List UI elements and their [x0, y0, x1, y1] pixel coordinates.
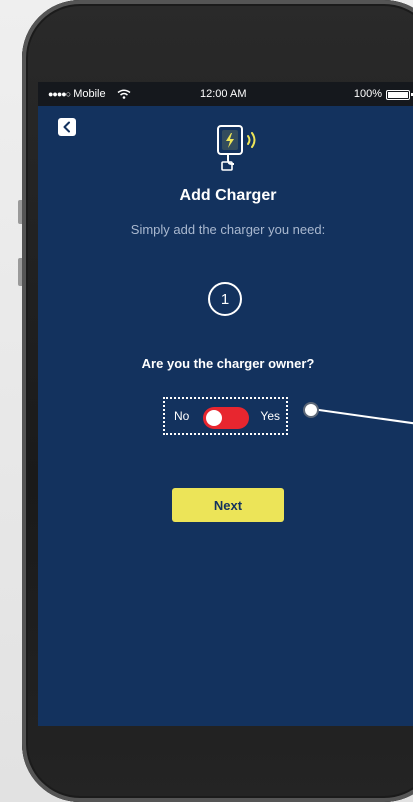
- step-indicator: 1: [208, 282, 242, 316]
- phone-charger-nfc-icon: [217, 125, 256, 171]
- app-screen: ●●●●○ Mobile 12:00 AM 100% Add Charger S…: [38, 82, 413, 726]
- back-button[interactable]: [58, 118, 76, 136]
- chevron-left-icon: [63, 121, 70, 133]
- next-button[interactable]: Next: [172, 488, 284, 522]
- wifi-icon: [117, 89, 131, 99]
- status-bar: ●●●●○ Mobile 12:00 AM 100%: [38, 82, 413, 106]
- signal-dots: ●●●●○: [48, 89, 71, 99]
- owner-toggle-switch[interactable]: [203, 407, 249, 429]
- toggle-no-label: No: [174, 409, 190, 423]
- battery-percent: 100%: [353, 88, 382, 100]
- page-subtitle: Simply add the charger you need:: [130, 222, 326, 237]
- page-title: Add Charger: [179, 187, 277, 204]
- status-time: 12:00 AM: [200, 88, 247, 100]
- carrier-name: Mobile: [73, 88, 106, 100]
- stage: ●●●●○ Mobile 12:00 AM 100% Add Charger S…: [0, 0, 413, 802]
- callout-dot: [303, 402, 319, 418]
- carrier-info: ●●●●○ Mobile: [48, 88, 131, 100]
- owner-toggle-group: No Yes: [163, 397, 288, 435]
- toggle-knob: [206, 410, 222, 426]
- battery-icon: [386, 90, 410, 100]
- owner-question: Are you the charger owner?: [141, 356, 315, 371]
- toggle-yes-label: Yes: [260, 409, 280, 423]
